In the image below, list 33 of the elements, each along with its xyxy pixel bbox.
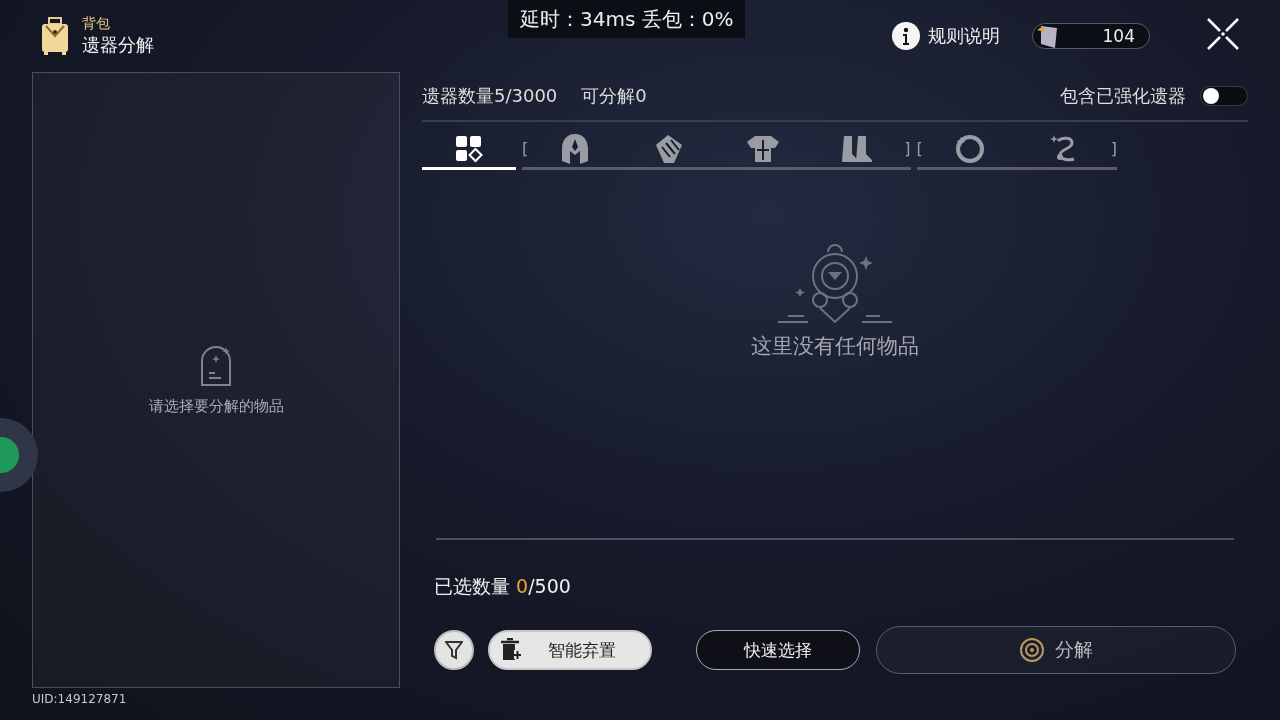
bracket-text: ] [904, 139, 911, 158]
network-status: 延时：34ms 丢包：0% [508, 0, 746, 38]
bracket-text: ] [1110, 139, 1117, 158]
filter-button[interactable] [434, 630, 474, 670]
grid-icon [455, 134, 483, 163]
uid-text: UID:149127871 [32, 692, 128, 706]
breadcrumb-text: 背包 [82, 15, 111, 33]
empty-hint: 请选择要分解的物品 [148, 396, 284, 416]
rules-button[interactable]: 规则说明 [892, 22, 1000, 50]
empty-message: 这里没有任何物品 [751, 333, 919, 360]
boots-icon [840, 133, 875, 164]
quick-select-button[interactable]: 快速选择 [696, 630, 860, 670]
bracket-text: [ [522, 139, 529, 158]
bracket-text: [ [916, 139, 923, 158]
toggle-switch[interactable] [1200, 86, 1248, 106]
relic-count: 遗器数量5/3000 [422, 84, 558, 108]
toggle-label: 包含已强化遗器 [1060, 84, 1186, 108]
ring-icon [953, 132, 986, 165]
close-icon[interactable] [1206, 17, 1240, 51]
info-icon [892, 22, 920, 50]
filter-icon [445, 640, 463, 660]
helmet-icon [560, 132, 591, 165]
armor-icon [745, 133, 782, 164]
smart-discard-button[interactable]: 智能弃置 [488, 630, 652, 670]
decomposable-count: 可分解0 [581, 84, 647, 108]
tablet-icon [199, 344, 233, 387]
decompose-button[interactable]: 分解 [876, 626, 1236, 674]
backpack-icon [40, 16, 70, 56]
trash-plus-icon [500, 638, 522, 662]
selected-count: 已选数量 0/500 [434, 574, 572, 598]
page-title: 遗器分解 [82, 33, 154, 57]
currency-amount: 104 [1102, 26, 1135, 46]
disc-icon [1019, 637, 1045, 663]
